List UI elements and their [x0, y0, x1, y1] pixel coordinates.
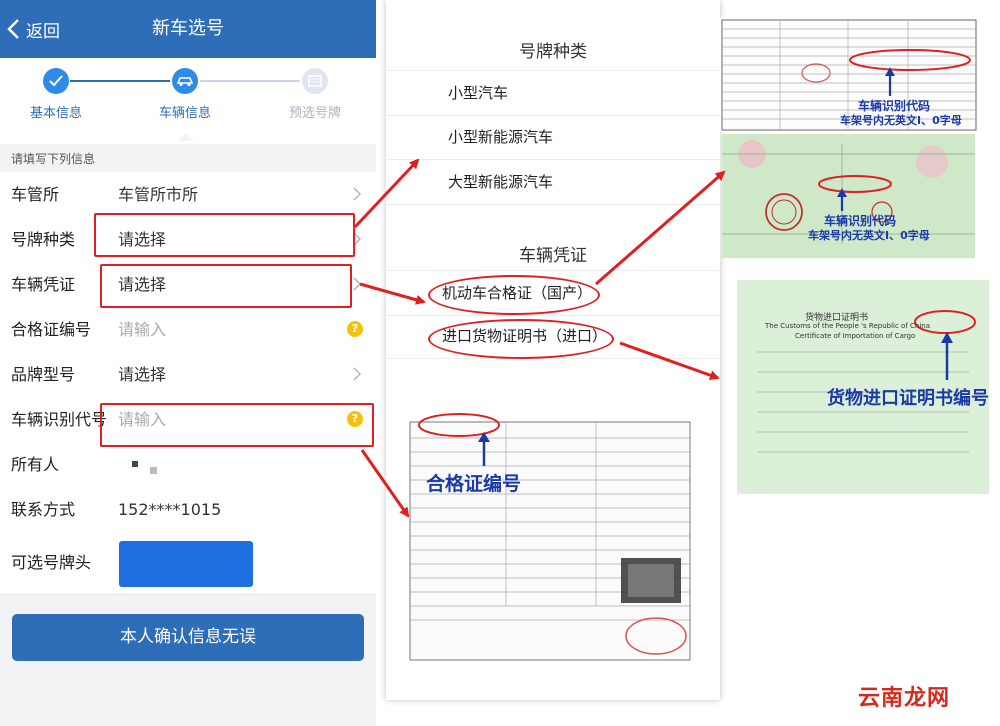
arrow-domestic-cert — [595, 170, 726, 286]
watermark-logo: 云南龙网 — [858, 686, 951, 711]
arrow-vin-to-cert — [360, 449, 410, 518]
arrow-import-cert — [619, 341, 720, 381]
annotation-arrows — [353, 158, 726, 518]
arrow-credential — [359, 282, 426, 305]
arrow-plate-type — [353, 158, 420, 229]
